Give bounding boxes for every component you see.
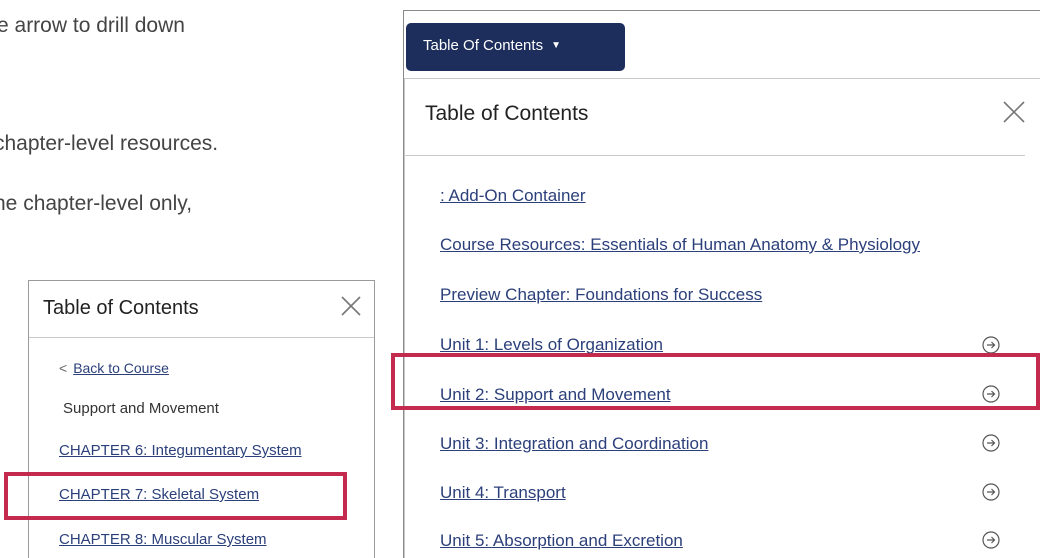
- course-toc-title: Table of Contents: [425, 102, 589, 125]
- instruction-text: e arrow to drill down chapter-level reso…: [0, 0, 370, 230]
- toc-item-unit-3[interactable]: Unit 3: Integration and Coordination: [440, 434, 708, 454]
- toc-item-preview-chapter[interactable]: Preview Chapter: Foundations for Success: [440, 285, 762, 305]
- toc-item-label[interactable]: Unit 4: Transport: [440, 483, 566, 502]
- course-toc-dropdown: Table of Contents : Add-On Container Cou…: [404, 78, 1040, 558]
- chapter-toc-panel: Table of Contents < Back to Course Suppor…: [28, 280, 375, 558]
- toc-item-course-resources[interactable]: Course Resources: Essentials of Human An…: [440, 235, 920, 255]
- instruction-line-1: e arrow to drill down: [0, 14, 185, 37]
- toc-item-unit-4[interactable]: Unit 4: Transport: [440, 483, 566, 503]
- circle-arrow-right-icon[interactable]: [981, 482, 1001, 502]
- unit-heading: Support and Movement: [63, 400, 219, 417]
- instruction-line-2: chapter-level resources.: [0, 132, 219, 155]
- course-toc-header: Table of Contents: [405, 79, 1025, 156]
- toc-item-label[interactable]: Course Resources: Essentials of Human An…: [440, 235, 920, 254]
- toc-item-unit-2[interactable]: Unit 2: Support and Movement: [440, 385, 671, 405]
- chapter-link-8[interactable]: CHAPTER 8: Muscular System: [59, 531, 267, 548]
- toc-item-label[interactable]: Unit 2: Support and Movement: [440, 385, 671, 404]
- caret-down-icon: ▼: [551, 40, 561, 51]
- chapter-link-7[interactable]: CHAPTER 7: Skeletal System: [59, 486, 259, 503]
- table-of-contents-button[interactable]: Table Of Contents ▼: [406, 23, 625, 71]
- toc-item-label[interactable]: Preview Chapter: Foundations for Success: [440, 285, 762, 304]
- close-icon[interactable]: [338, 293, 364, 319]
- toc-button-label: Table Of Contents: [423, 37, 544, 54]
- toc-item-label[interactable]: Unit 1: Levels of Organization: [440, 335, 663, 354]
- toc-item-add-on[interactable]: : Add-On Container: [440, 186, 586, 206]
- circle-arrow-right-icon[interactable]: [981, 384, 1001, 404]
- chapter-toc-header: Table of Contents: [29, 281, 374, 338]
- chapter-link-label[interactable]: CHAPTER 7: Skeletal System: [59, 486, 259, 503]
- chapter-toc-title: Table of Contents: [43, 297, 199, 319]
- chevron-left-icon: <: [59, 360, 68, 376]
- toc-item-label[interactable]: Unit 5: Absorption and Excretion: [440, 531, 683, 550]
- chapter-link-6[interactable]: CHAPTER 6: Integumentary System: [59, 442, 302, 459]
- toc-item-unit-1[interactable]: Unit 1: Levels of Organization: [440, 335, 663, 355]
- instruction-line-3: ne chapter-level only,: [0, 192, 193, 215]
- circle-arrow-right-icon[interactable]: [981, 433, 1001, 453]
- course-toc-panel: Table Of Contents ▼ Table of Contents : A…: [403, 10, 1040, 558]
- chapter-link-label[interactable]: CHAPTER 6: Integumentary System: [59, 442, 302, 459]
- close-icon[interactable]: [1000, 98, 1028, 126]
- toc-item-unit-5[interactable]: Unit 5: Absorption and Excretion: [440, 531, 683, 551]
- circle-arrow-right-icon[interactable]: [981, 335, 1001, 355]
- back-to-course-link[interactable]: < Back to Course: [59, 360, 169, 376]
- chapter-link-label[interactable]: CHAPTER 8: Muscular System: [59, 531, 267, 548]
- page: e arrow to drill down chapter-level reso…: [0, 0, 1040, 558]
- back-to-course-label[interactable]: Back to Course: [73, 360, 169, 376]
- toc-item-label[interactable]: Unit 3: Integration and Coordination: [440, 434, 708, 453]
- circle-arrow-right-icon[interactable]: [981, 530, 1001, 550]
- toc-item-label[interactable]: : Add-On Container: [440, 186, 586, 205]
